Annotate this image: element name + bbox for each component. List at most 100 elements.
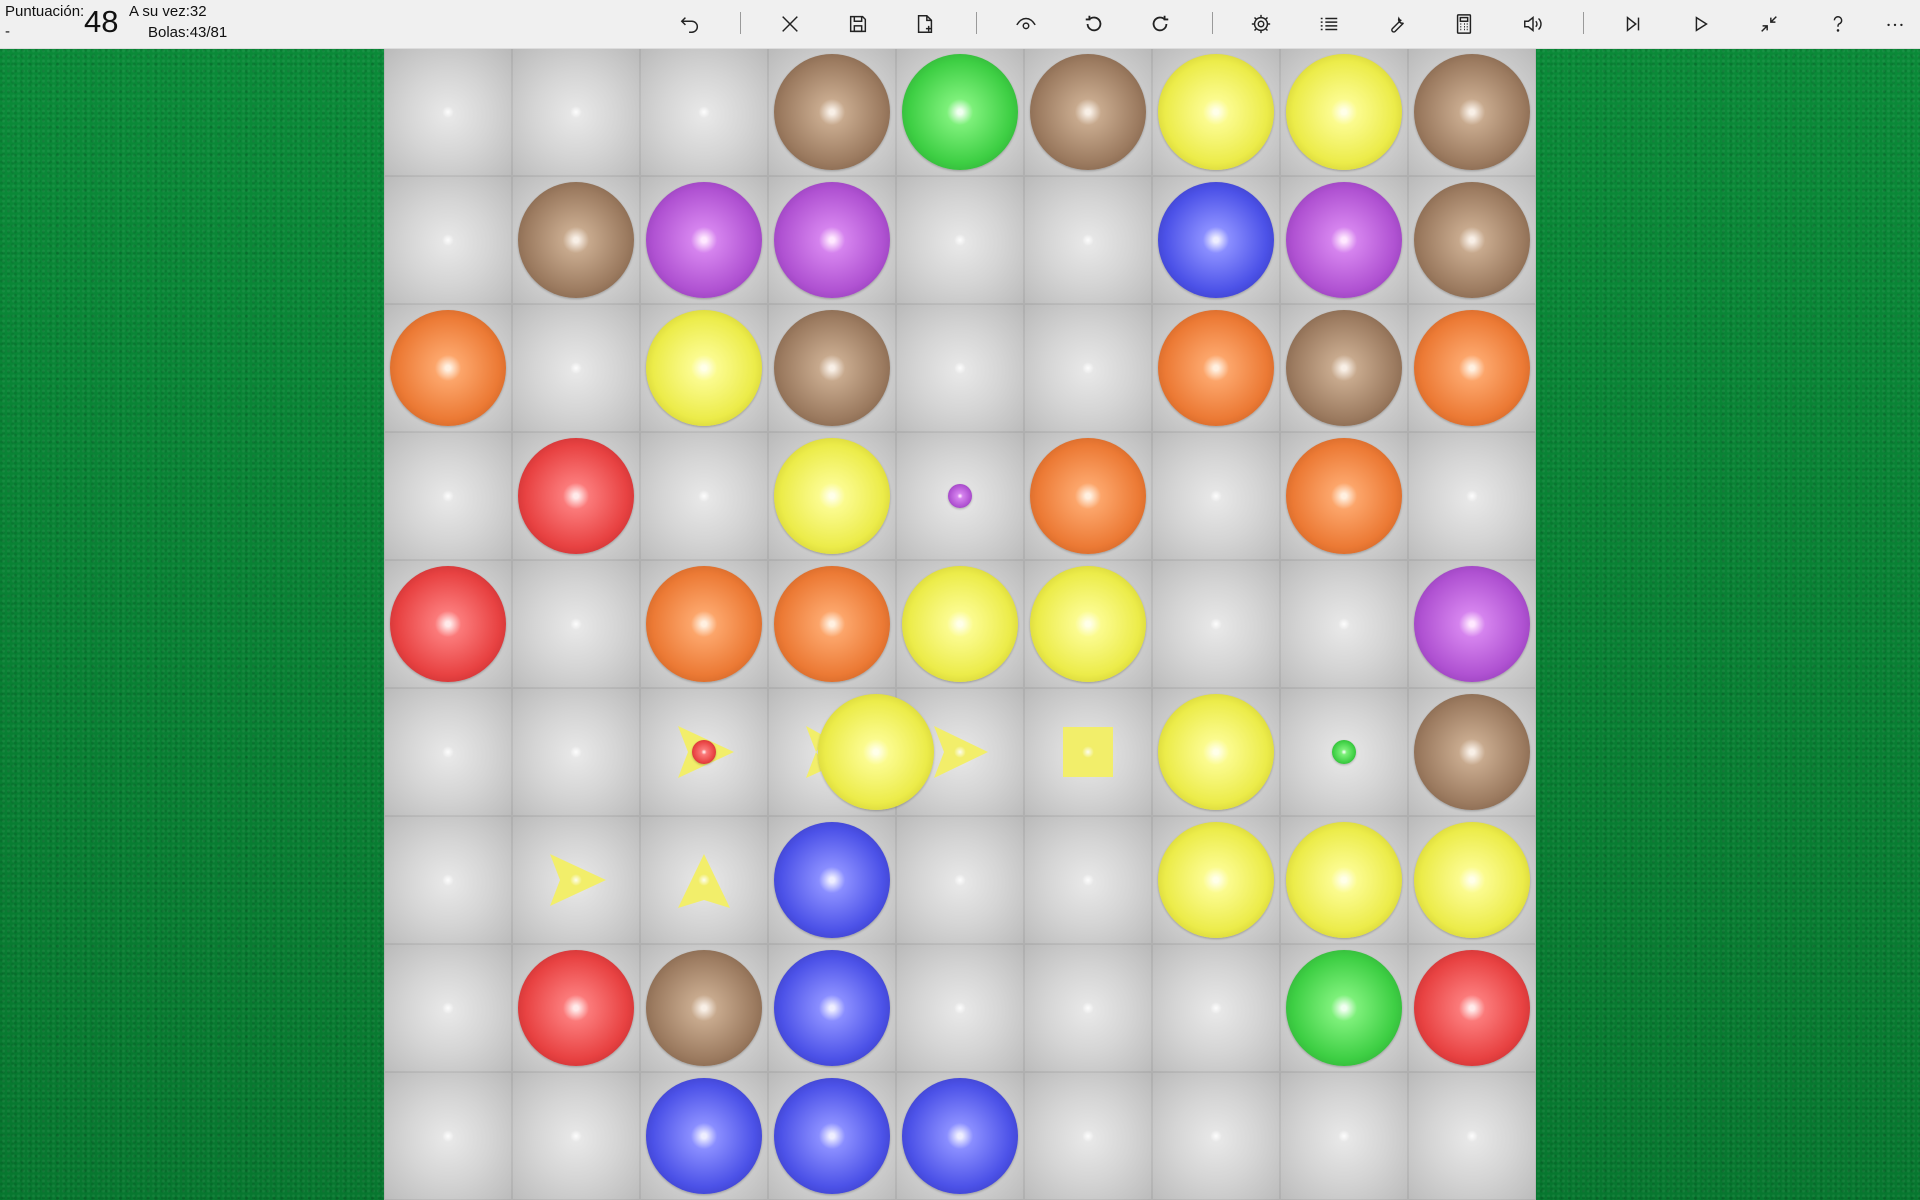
board-cell[interactable] <box>384 176 512 304</box>
board-cell[interactable] <box>512 304 640 432</box>
board-cell[interactable] <box>1152 688 1280 816</box>
board-cell[interactable] <box>1024 48 1152 176</box>
help-button[interactable] <box>1818 4 1858 44</box>
board-cell[interactable] <box>1152 1072 1280 1200</box>
undo-button[interactable] <box>670 4 710 44</box>
board-cell[interactable] <box>640 944 768 1072</box>
board-cell[interactable] <box>1024 944 1152 1072</box>
skip-next-button[interactable] <box>1613 4 1653 44</box>
show-button[interactable] <box>1006 4 1046 44</box>
board-cell[interactable] <box>384 560 512 688</box>
board-cell[interactable] <box>1408 304 1536 432</box>
board-cell[interactable] <box>1280 176 1408 304</box>
board-cell[interactable] <box>1408 688 1536 816</box>
board-cell[interactable] <box>1408 816 1536 944</box>
board-cell[interactable] <box>1024 432 1152 560</box>
board-cell[interactable] <box>384 432 512 560</box>
board-cell[interactable] <box>1280 560 1408 688</box>
board-cell[interactable] <box>896 816 1024 944</box>
board-cell[interactable] <box>1152 816 1280 944</box>
board-cell[interactable] <box>640 688 768 816</box>
board-cell[interactable] <box>768 816 896 944</box>
play-button[interactable] <box>1681 4 1721 44</box>
board-cell[interactable] <box>384 816 512 944</box>
tools-button[interactable] <box>1377 4 1417 44</box>
board-cell[interactable] <box>384 1072 512 1200</box>
board-cell[interactable] <box>640 176 768 304</box>
board-cell[interactable] <box>640 560 768 688</box>
board-cell[interactable] <box>1024 688 1152 816</box>
rotate-left-button[interactable] <box>1074 4 1114 44</box>
board-cell[interactable] <box>1024 1072 1152 1200</box>
board-cell[interactable] <box>1408 560 1536 688</box>
board-cell[interactable] <box>1152 944 1280 1072</box>
board-cell[interactable] <box>896 944 1024 1072</box>
cell-highlight <box>1210 1002 1222 1014</box>
board-cell[interactable] <box>768 560 896 688</box>
board-cell[interactable] <box>512 816 640 944</box>
board-cell[interactable] <box>768 1072 896 1200</box>
sound-button[interactable] <box>1513 4 1553 44</box>
board-cell[interactable] <box>384 304 512 432</box>
board-cell[interactable] <box>640 1072 768 1200</box>
board-cell[interactable] <box>512 560 640 688</box>
board-cell[interactable] <box>768 944 896 1072</box>
board-cell[interactable] <box>1408 176 1536 304</box>
board-cell[interactable] <box>640 432 768 560</box>
board-cell[interactable] <box>1152 176 1280 304</box>
board-cell[interactable] <box>512 432 640 560</box>
new-document-button[interactable] <box>905 4 945 44</box>
board-cell[interactable] <box>896 432 1024 560</box>
board-cell[interactable] <box>512 176 640 304</box>
board-cell[interactable] <box>1152 432 1280 560</box>
board-cell[interactable] <box>640 304 768 432</box>
save-button[interactable] <box>838 4 878 44</box>
board-cell[interactable] <box>640 816 768 944</box>
board-cell[interactable] <box>384 688 512 816</box>
board-cell[interactable] <box>1280 688 1408 816</box>
board-cell[interactable] <box>768 304 896 432</box>
board-cell[interactable] <box>1024 560 1152 688</box>
board-cell[interactable] <box>1024 304 1152 432</box>
calculator-button[interactable] <box>1444 4 1484 44</box>
board-cell[interactable] <box>768 48 896 176</box>
minimize-button[interactable] <box>1749 4 1789 44</box>
board-cell[interactable] <box>1408 1072 1536 1200</box>
board-cell[interactable] <box>1408 944 1536 1072</box>
board-cell[interactable] <box>1408 48 1536 176</box>
board-cell[interactable] <box>1280 304 1408 432</box>
board-cell[interactable] <box>640 48 768 176</box>
board-cell[interactable] <box>896 1072 1024 1200</box>
board-cell[interactable] <box>512 688 640 816</box>
board-cell[interactable] <box>384 944 512 1072</box>
board-cell[interactable] <box>512 944 640 1072</box>
cell-highlight <box>1210 618 1222 630</box>
board-cell[interactable] <box>1024 816 1152 944</box>
rotate-right-button[interactable] <box>1140 4 1180 44</box>
board-cell[interactable] <box>768 688 934 816</box>
board-cell[interactable] <box>896 560 1024 688</box>
list-button[interactable] <box>1309 4 1349 44</box>
board-cell[interactable] <box>896 176 1024 304</box>
more-button[interactable] <box>1875 4 1915 44</box>
board-cell[interactable] <box>512 48 640 176</box>
board-cell[interactable] <box>1152 304 1280 432</box>
board-cell[interactable] <box>896 304 1024 432</box>
board-cell[interactable] <box>896 48 1024 176</box>
board-cell[interactable] <box>1152 560 1280 688</box>
board-cell[interactable] <box>768 432 896 560</box>
close-button[interactable] <box>770 4 810 44</box>
settings-button[interactable] <box>1241 4 1281 44</box>
board-cell[interactable] <box>384 48 512 176</box>
board-cell[interactable] <box>1280 1072 1408 1200</box>
board-cell[interactable] <box>768 176 896 304</box>
board-cell[interactable] <box>1280 944 1408 1072</box>
board-cell[interactable] <box>1152 48 1280 176</box>
board-cell[interactable] <box>512 1072 640 1200</box>
board-cell[interactable] <box>1280 432 1408 560</box>
board-cell[interactable] <box>1024 176 1152 304</box>
yellow-ball <box>1030 566 1146 682</box>
board-cell[interactable] <box>1408 432 1536 560</box>
board-cell[interactable] <box>1280 48 1408 176</box>
board-cell[interactable] <box>1280 816 1408 944</box>
